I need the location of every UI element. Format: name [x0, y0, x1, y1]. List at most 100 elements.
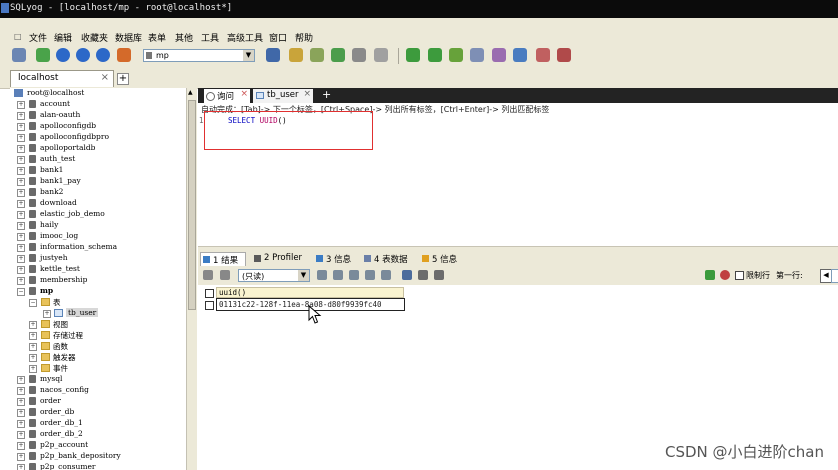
- expand-icon[interactable]: +: [17, 442, 25, 450]
- menu-others[interactable]: 其他: [175, 31, 193, 44]
- sync-icon[interactable]: [449, 48, 463, 62]
- database-select[interactable]: mp ▼: [143, 49, 255, 62]
- column-header[interactable]: uuid(): [216, 287, 404, 298]
- form-mode-icon[interactable]: [434, 270, 444, 280]
- menu-database[interactable]: 数据库: [115, 31, 142, 44]
- expand-icon[interactable]: +: [17, 387, 25, 395]
- create-database-icon[interactable]: [266, 48, 280, 62]
- expand-icon[interactable]: +: [17, 123, 25, 131]
- expand-icon[interactable]: +: [17, 277, 25, 285]
- close-icon[interactable]: ×: [101, 72, 109, 83]
- expand-icon[interactable]: +: [17, 156, 25, 164]
- tab-profiler[interactable]: 2 Profiler: [252, 252, 310, 266]
- tab-info[interactable]: 3 信息: [314, 252, 356, 266]
- expand-icon[interactable]: +: [17, 134, 25, 142]
- menu-help[interactable]: 帮助: [295, 31, 313, 44]
- tab-table-data[interactable]: 4 表数据: [362, 252, 414, 266]
- text-mode-icon[interactable]: [418, 270, 428, 280]
- filter-icon[interactable]: [705, 270, 715, 280]
- expand-icon[interactable]: +: [17, 409, 25, 417]
- expand-icon[interactable]: +: [17, 167, 25, 175]
- expand-icon[interactable]: +: [17, 266, 25, 274]
- query-builder-icon[interactable]: [513, 48, 527, 62]
- add-connection-button[interactable]: +: [117, 73, 129, 85]
- expand-icon[interactable]: +: [29, 321, 37, 329]
- execute-edit-icon[interactable]: [76, 48, 90, 62]
- expand-icon[interactable]: +: [17, 178, 25, 186]
- backup-icon[interactable]: [470, 48, 484, 62]
- collapse-icon[interactable]: −: [29, 299, 37, 307]
- menu-edit[interactable]: 编辑: [54, 31, 72, 44]
- copy-icon[interactable]: [333, 270, 343, 280]
- execute-all-icon[interactable]: [56, 48, 70, 62]
- export-icon[interactable]: [428, 48, 442, 62]
- expand-icon[interactable]: +: [17, 200, 25, 208]
- menu-table[interactable]: 表单: [148, 31, 166, 44]
- tab-result[interactable]: 1 结果: [200, 252, 246, 266]
- reset-filter-icon[interactable]: [720, 270, 730, 280]
- expand-icon[interactable]: +: [17, 112, 25, 120]
- delete-row-icon[interactable]: [365, 270, 375, 280]
- add-query-tab-button[interactable]: +: [322, 88, 331, 101]
- export-result-icon[interactable]: [220, 270, 230, 280]
- menu-favorites[interactable]: 收藏夹: [81, 31, 108, 44]
- tab-query[interactable]: 询问 ×: [204, 89, 250, 103]
- expand-icon[interactable]: +: [43, 310, 51, 318]
- execute-query-icon[interactable]: [36, 48, 50, 62]
- expand-icon[interactable]: +: [29, 332, 37, 340]
- expand-icon[interactable]: +: [17, 255, 25, 263]
- grid-mode-icon[interactable]: [402, 270, 412, 280]
- expand-icon[interactable]: +: [17, 453, 25, 461]
- scrollbar-thumb[interactable]: [188, 100, 196, 310]
- collapse-icon[interactable]: −: [17, 288, 25, 296]
- menu-tools[interactable]: 工具: [201, 31, 219, 44]
- grid-view-icon[interactable]: [203, 270, 213, 280]
- limit-rows-checkbox[interactable]: [735, 271, 744, 280]
- menu-file[interactable]: 文件: [29, 31, 47, 44]
- table-data-icon[interactable]: [374, 48, 388, 62]
- new-connection-icon[interactable]: [12, 48, 26, 62]
- close-icon[interactable]: ×: [303, 89, 311, 99]
- expand-icon[interactable]: +: [17, 431, 25, 439]
- select-all-checkbox[interactable]: [205, 289, 214, 298]
- expand-icon[interactable]: +: [29, 343, 37, 351]
- save-icon[interactable]: [317, 270, 327, 280]
- row-checkbox[interactable]: [205, 301, 214, 310]
- expand-icon[interactable]: +: [17, 222, 25, 230]
- notifications-icon[interactable]: [557, 48, 571, 62]
- expand-icon[interactable]: +: [17, 376, 25, 384]
- insert-row-icon[interactable]: [349, 270, 359, 280]
- schedule-icon[interactable]: [492, 48, 506, 62]
- result-mode-select[interactable]: (只读) ▼: [238, 269, 310, 282]
- object-browser-scrollbar[interactable]: ▲: [186, 88, 197, 470]
- expand-icon[interactable]: +: [17, 420, 25, 428]
- schema-designer-icon[interactable]: [536, 48, 550, 62]
- tab-tb-user[interactable]: tb_user ×: [253, 89, 313, 103]
- expand-icon[interactable]: +: [17, 464, 25, 470]
- stop-icon[interactable]: [96, 48, 110, 62]
- refresh-result-icon[interactable]: [381, 270, 391, 280]
- expand-icon[interactable]: +: [17, 101, 25, 109]
- expand-icon[interactable]: +: [29, 354, 37, 362]
- alter-table-icon[interactable]: [310, 48, 324, 62]
- expand-icon[interactable]: +: [17, 211, 25, 219]
- create-table-icon[interactable]: [289, 48, 303, 62]
- expand-icon[interactable]: +: [17, 145, 25, 153]
- expand-icon[interactable]: +: [29, 365, 37, 373]
- expand-icon[interactable]: +: [17, 398, 25, 406]
- expand-icon[interactable]: +: [17, 233, 25, 241]
- menu-window[interactable]: 窗口: [269, 31, 287, 44]
- first-row-input[interactable]: [831, 269, 838, 283]
- close-icon[interactable]: ×: [240, 89, 248, 99]
- relationships-icon[interactable]: [352, 48, 366, 62]
- refresh-icon[interactable]: [117, 48, 131, 62]
- scroll-up-icon[interactable]: ▲: [188, 89, 193, 96]
- import-icon[interactable]: [406, 48, 420, 62]
- menu-advanced-tools[interactable]: 高级工具: [227, 31, 263, 44]
- manage-indexes-icon[interactable]: [331, 48, 345, 62]
- query-editor[interactable]: 自动完成：[Tab]-> 下一个标签，[Ctrl+Space]-> 列出所有标签…: [198, 103, 838, 246]
- tab-info-2[interactable]: 5 信息: [420, 252, 462, 266]
- expand-icon[interactable]: +: [17, 189, 25, 197]
- connection-tab-localhost[interactable]: localhost ×: [10, 70, 114, 87]
- expand-icon[interactable]: +: [17, 244, 25, 252]
